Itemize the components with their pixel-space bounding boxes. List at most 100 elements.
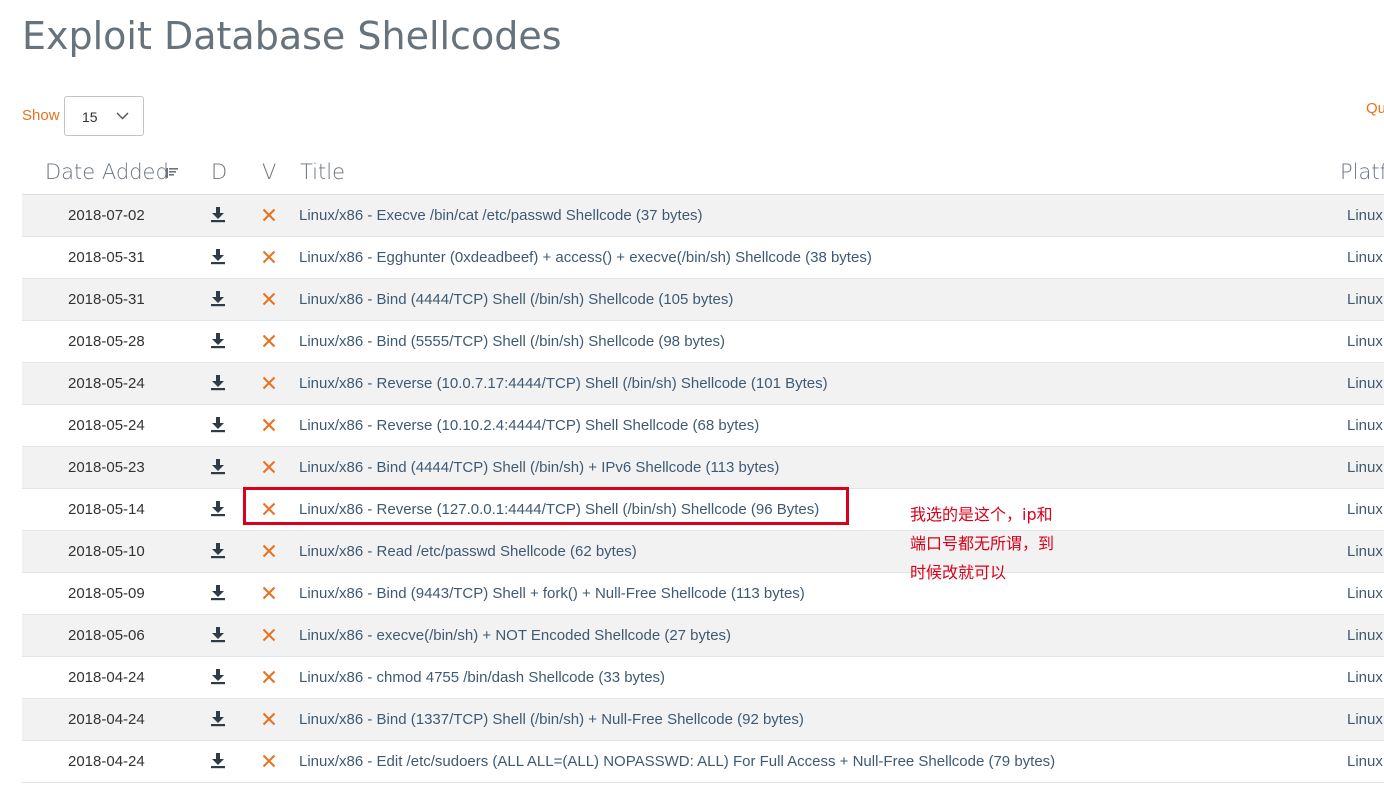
column-header-platform[interactable]: Platf — [1340, 160, 1384, 184]
table-row: 2018-05-24 Linux/x86 - Reverse (10.0.7.17… — [22, 363, 1384, 405]
unverified-x-icon — [262, 586, 276, 600]
download-icon[interactable] — [211, 627, 225, 643]
date-cell: 2018-05-14 — [68, 501, 145, 518]
column-header-title[interactable]: Title — [300, 160, 345, 184]
shellcode-title-link[interactable]: Linux/x86 - Edit /etc/sudoers (ALL ALL=(… — [299, 753, 1055, 770]
quick-search-label: Qu — [1366, 100, 1384, 117]
table-row: 2018-05-09 Linux/x86 - Bind (9443/TCP) Sh… — [22, 573, 1384, 615]
date-cell: 2018-05-28 — [68, 333, 145, 350]
unverified-x-icon — [262, 628, 276, 642]
entries-length-value: 15 — [82, 109, 98, 125]
unverified-x-icon — [262, 334, 276, 348]
unverified-x-icon — [262, 544, 276, 558]
download-icon[interactable] — [211, 669, 225, 685]
download-icon[interactable] — [211, 207, 225, 223]
platform-link[interactable]: Linux — [1347, 627, 1383, 644]
table-row: 2018-05-24 Linux/x86 - Reverse (10.10.2.4… — [22, 405, 1384, 447]
shellcode-title-link[interactable]: Linux/x86 - Bind (4444/TCP) Shell (/bin/… — [299, 291, 733, 308]
unverified-x-icon — [262, 292, 276, 306]
date-cell: 2018-07-02 — [68, 207, 145, 224]
date-cell: 2018-05-23 — [68, 459, 145, 476]
platform-link[interactable]: Linux — [1347, 291, 1383, 308]
annotation-line: 我选的是这个，ip和 — [910, 505, 1053, 524]
shellcode-title-link[interactable]: Linux/x86 - Reverse (10.0.7.17:4444/TCP)… — [299, 375, 828, 392]
shellcode-title-link[interactable]: Linux/x86 - Egghunter (0xdeadbeef) + acc… — [299, 249, 872, 266]
download-icon[interactable] — [211, 585, 225, 601]
shellcode-title-link[interactable]: Linux/x86 - execve(/bin/sh) + NOT Encode… — [299, 627, 731, 644]
annotation-line: 端口号都无所谓，到 — [910, 534, 1055, 553]
download-icon[interactable] — [211, 291, 225, 307]
download-icon[interactable] — [211, 249, 225, 265]
column-header-date-added[interactable]: Date Added — [45, 160, 178, 184]
shellcode-title-link[interactable]: Linux/x86 - Reverse (10.10.2.4:4444/TCP)… — [299, 417, 759, 434]
platform-link[interactable]: Linux — [1347, 501, 1383, 518]
download-icon[interactable] — [211, 459, 225, 475]
shellcode-title-link[interactable]: Linux/x86 - chmod 4755 /bin/dash Shellco… — [299, 669, 665, 686]
platform-link[interactable]: Linux — [1347, 207, 1383, 224]
table-row: 2018-05-06 Linux/x86 - execve(/bin/sh) + … — [22, 615, 1384, 657]
unverified-x-icon — [262, 712, 276, 726]
table-row: 2018-04-24 Linux/x86 - chmod 4755 /bin/da… — [22, 657, 1384, 699]
unverified-x-icon — [262, 670, 276, 684]
download-icon[interactable] — [211, 417, 225, 433]
unverified-x-icon — [262, 418, 276, 432]
table-row: 2018-04-24 Linux/x86 - Bind (1337/TCP) Sh… — [22, 699, 1384, 741]
platform-link[interactable]: Linux — [1347, 753, 1383, 770]
date-cell: 2018-04-24 — [68, 669, 145, 686]
unverified-x-icon — [262, 376, 276, 390]
date-cell: 2018-04-24 — [68, 753, 145, 770]
table-row: 2018-05-23 Linux/x86 - Bind (4444/TCP) Sh… — [22, 447, 1384, 489]
download-icon[interactable] — [211, 711, 225, 727]
chevron-down-icon — [116, 112, 129, 120]
unverified-x-icon — [262, 460, 276, 474]
platform-link[interactable]: Linux — [1347, 543, 1383, 560]
shellcode-title-link[interactable]: Linux/x86 - Bind (1337/TCP) Shell (/bin/… — [299, 711, 804, 728]
date-cell: 2018-05-31 — [68, 291, 145, 308]
page-title: Exploit Database Shellcodes — [22, 14, 562, 58]
date-cell: 2018-05-06 — [68, 627, 145, 644]
table-row: 2018-05-28 Linux/x86 - Bind (5555/TCP) Sh… — [22, 321, 1384, 363]
table-row: 2018-05-31 Linux/x86 - Egghunter (0xdeadb… — [22, 237, 1384, 279]
download-icon[interactable] — [211, 333, 225, 349]
shellcode-title-link[interactable]: Linux/x86 - Bind (9443/TCP) Shell + fork… — [299, 585, 805, 602]
unverified-x-icon — [262, 208, 276, 222]
download-icon[interactable] — [211, 543, 225, 559]
download-icon[interactable] — [211, 753, 225, 769]
shellcode-title-link[interactable]: Linux/x86 - Execve /bin/cat /etc/passwd … — [299, 207, 703, 224]
date-cell: 2018-05-24 — [68, 417, 145, 434]
platform-link[interactable]: Linux — [1347, 417, 1383, 434]
platform-link[interactable]: Linux — [1347, 333, 1383, 350]
download-icon[interactable] — [211, 375, 225, 391]
highlight-box — [243, 487, 849, 525]
table-row: 2018-05-10 Linux/x86 - Read /etc/passwd S… — [22, 531, 1384, 573]
shellcode-title-link[interactable]: Linux/x86 - Bind (4444/TCP) Shell (/bin/… — [299, 459, 779, 476]
show-label: Show — [22, 107, 60, 124]
table-row: 2018-05-31 Linux/x86 - Bind (4444/TCP) Sh… — [22, 279, 1384, 321]
column-header-date-added-label: Date Added — [45, 160, 169, 184]
date-cell: 2018-04-24 — [68, 711, 145, 728]
shellcode-title-link[interactable]: Linux/x86 - Bind (5555/TCP) Shell (/bin/… — [299, 333, 725, 350]
platform-link[interactable]: Linux — [1347, 669, 1383, 686]
date-cell: 2018-05-09 — [68, 585, 145, 602]
annotation-line: 时候改就可以 — [910, 563, 1007, 582]
annotation-note: 我选的是这个，ip和 端口号都无所谓，到 时候改就可以 — [910, 500, 1080, 587]
platform-link[interactable]: Linux — [1347, 459, 1383, 476]
table-row: 2018-07-02 Linux/x86 - Execve /bin/cat /e… — [22, 195, 1384, 237]
table-header: Date Added D V Title Platf — [22, 152, 1384, 195]
shellcode-title-link[interactable]: Linux/x86 - Read /etc/passwd Shellcode (… — [299, 543, 637, 560]
date-cell: 2018-05-31 — [68, 249, 145, 266]
table-row: 2018-04-24 Linux/x86 - Edit /etc/sudoers … — [22, 741, 1384, 783]
download-icon[interactable] — [211, 501, 225, 517]
date-cell: 2018-05-24 — [68, 375, 145, 392]
platform-link[interactable]: Linux — [1347, 249, 1383, 266]
platform-link[interactable]: Linux — [1347, 585, 1383, 602]
unverified-x-icon — [262, 754, 276, 768]
column-header-download[interactable]: D — [211, 160, 227, 184]
platform-link[interactable]: Linux — [1347, 711, 1383, 728]
date-cell: 2018-05-10 — [68, 543, 145, 560]
platform-link[interactable]: Linux — [1347, 375, 1383, 392]
unverified-x-icon — [262, 250, 276, 264]
column-header-verified[interactable]: V — [262, 160, 276, 184]
entries-length-select[interactable]: 15 — [64, 96, 144, 136]
sort-icon — [166, 168, 178, 178]
